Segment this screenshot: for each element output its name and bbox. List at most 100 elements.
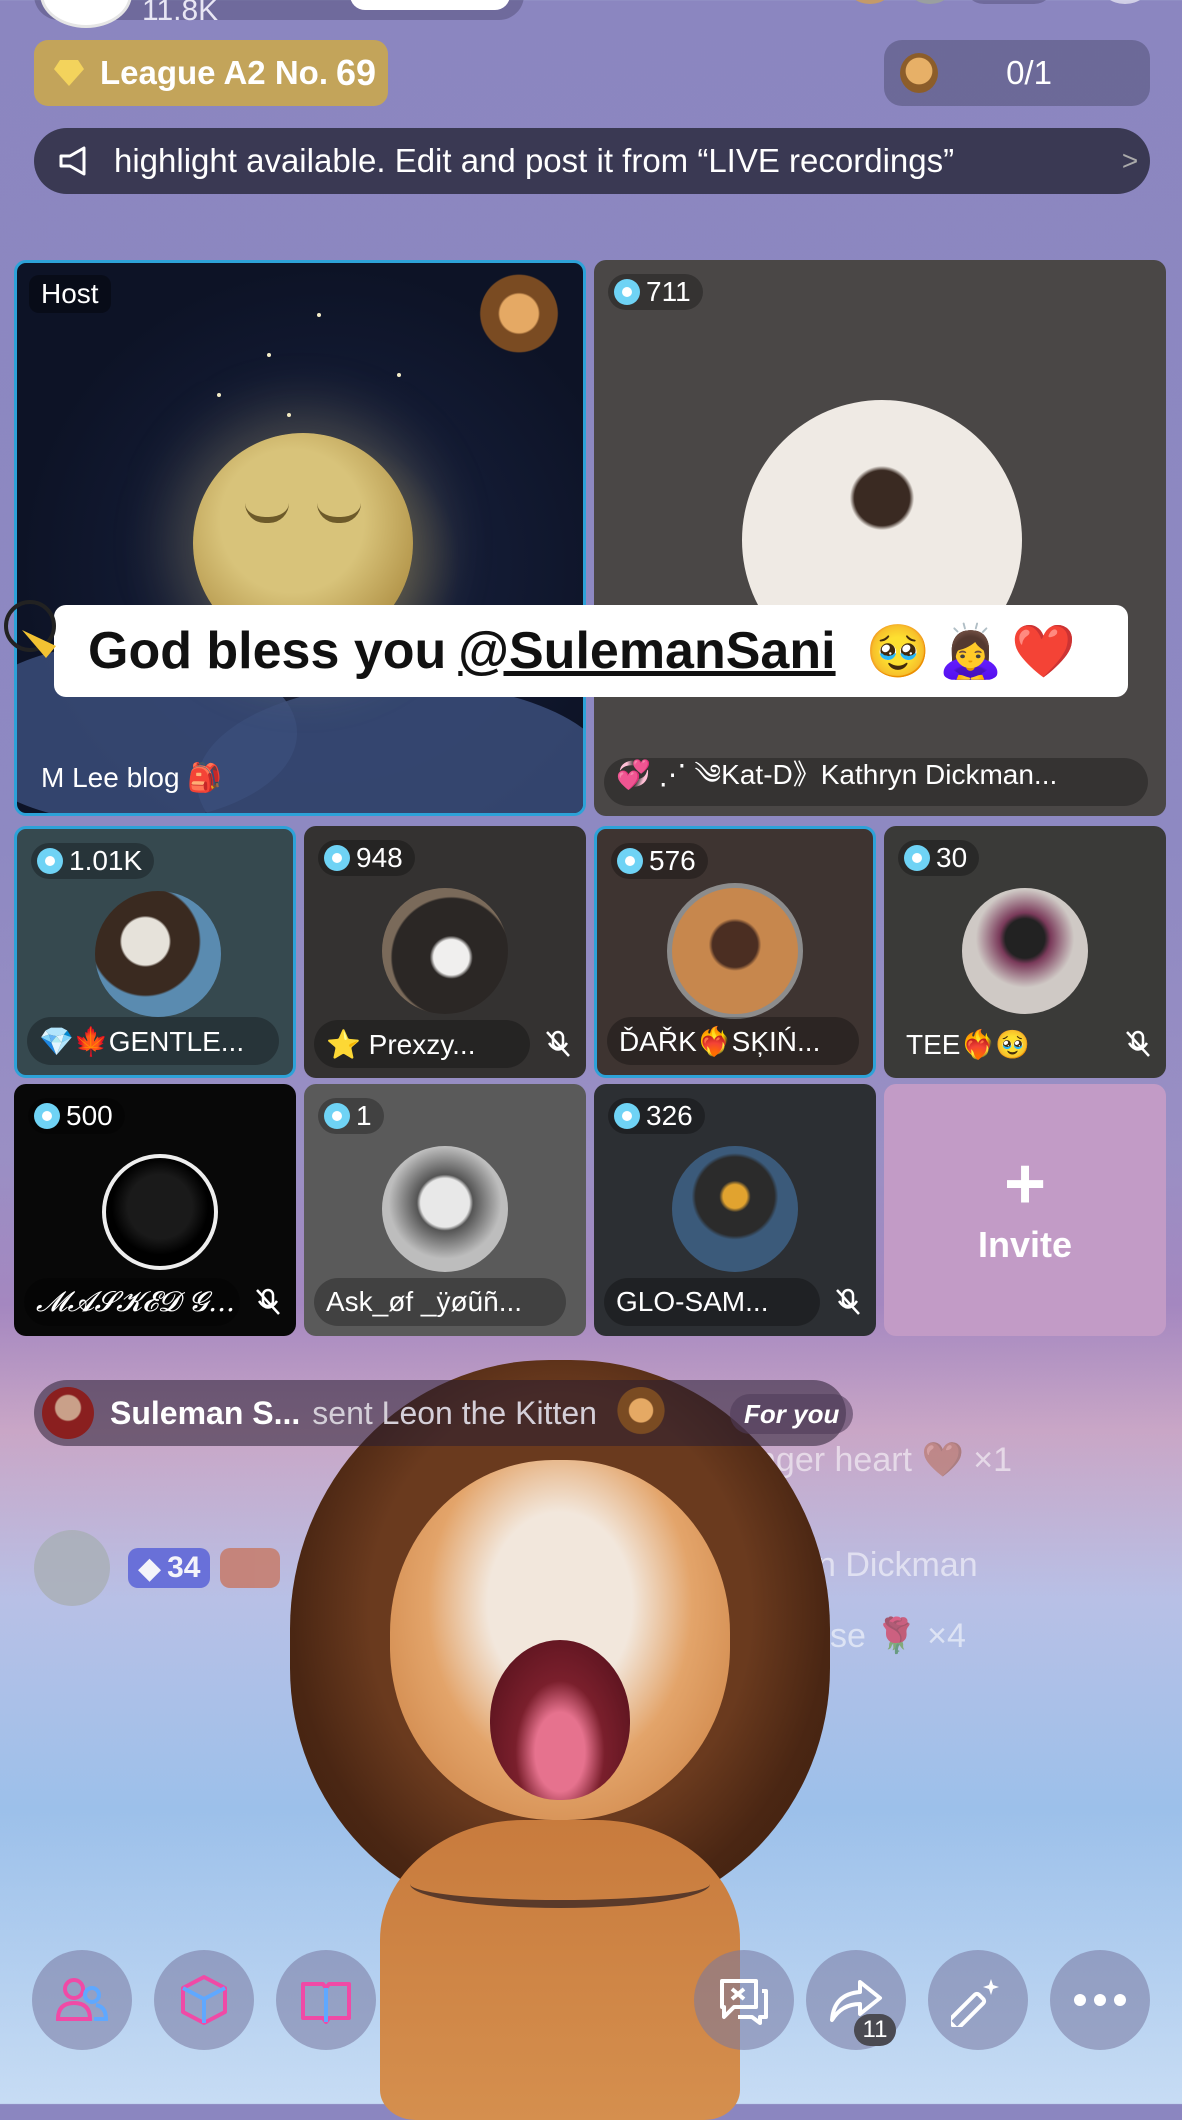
- coin-icon: [614, 279, 640, 305]
- guest-tile[interactable]: 576 ĎAŘK❤️‍🔥SĶIŃ...: [594, 826, 876, 1078]
- more-icon: [1074, 1994, 1126, 2006]
- guest-count: 1: [318, 1098, 384, 1134]
- avatar: [102, 1154, 218, 1270]
- effects-button[interactable]: [154, 1950, 254, 2050]
- top-viewer-avatar[interactable]: [846, 0, 894, 4]
- coin-icon: [34, 1103, 60, 1129]
- host-tile[interactable]: Host M Lee blog 🎒: [14, 260, 586, 816]
- guest-name: ĎAŘK❤️‍🔥SĶIŃ...: [607, 1017, 859, 1065]
- guest-count: 30: [898, 840, 980, 876]
- guest-count: 948: [318, 840, 415, 876]
- guest-count: 500: [28, 1098, 125, 1134]
- invite-plus-icon: +: [1003, 1144, 1047, 1224]
- guest-name: ⭐ Prexzy...: [314, 1020, 530, 1068]
- guest-name: Ask_øf _ÿøũñ...: [314, 1278, 566, 1326]
- team-badge: [220, 1548, 281, 1588]
- comment-emoji: 🥹: [865, 622, 931, 681]
- avatar: [382, 1146, 508, 1272]
- pinned-comment[interactable]: God bless you @SulemanSani 🥹 🙇‍♀️ ❤️: [54, 605, 1128, 697]
- avatar: [667, 883, 803, 1019]
- guest-name: 𝓜𝓐𝓢𝓚𝓔𝓓 𝓖...: [24, 1278, 240, 1326]
- star: [267, 353, 271, 357]
- guest-tile[interactable]: 326 GLO-SAM...: [594, 1084, 876, 1336]
- beauty-button[interactable]: [928, 1950, 1028, 2050]
- top-follow-button[interactable]: [350, 0, 510, 10]
- guest-name: GLO-SAM...: [604, 1278, 820, 1326]
- people-button[interactable]: [32, 1950, 132, 2050]
- comment-emoji: ❤️: [1011, 622, 1076, 681]
- gift-notification[interactable]: Suleman S... sent Leon the Kitten: [34, 1380, 846, 1446]
- guest-name: 💎🍁GENTLE...: [27, 1017, 279, 1065]
- guest-tile[interactable]: 948 ⭐ Prexzy...: [304, 826, 586, 1078]
- comment-mention[interactable]: @SulemanSani: [458, 621, 835, 681]
- avatar: [962, 888, 1088, 1014]
- host-label: Host: [29, 275, 111, 313]
- guest-tile[interactable]: 711 💞 ⋰ ༄Kat-D》Kathryn Dickman...: [594, 260, 1166, 816]
- coin-icon: [904, 845, 930, 871]
- level-badge: ◆ 34: [128, 1548, 211, 1588]
- bear-icon: [900, 53, 938, 93]
- guide-button[interactable]: [276, 1950, 376, 2050]
- host-name: M Lee blog 🎒: [41, 761, 223, 793]
- top-viewer-avatar[interactable]: [906, 0, 954, 4]
- moon-eye: [317, 503, 361, 523]
- coin-icon: [617, 848, 643, 874]
- top-avatar[interactable]: [40, 0, 132, 28]
- avatar: [42, 1387, 94, 1439]
- tag-icon: [4, 600, 56, 658]
- book-icon: [301, 1982, 351, 2024]
- guest-tile[interactable]: 500 𝓜𝓐𝓢𝓚𝓔𝓓 𝓖...: [14, 1084, 296, 1336]
- guest-count: 1.01K: [31, 843, 155, 879]
- league-label: League A2 No.: [100, 54, 328, 91]
- star: [217, 393, 221, 397]
- guest-tile[interactable]: 1 Ask_øf _ÿøũñ...: [304, 1084, 586, 1336]
- feed-row: ◆ 34: [34, 1530, 290, 1606]
- avatar: [95, 891, 221, 1017]
- star: [397, 373, 401, 377]
- avatar: [382, 888, 508, 1014]
- goal-progress: 0/1: [1006, 54, 1052, 91]
- coin-icon: [614, 1103, 640, 1129]
- more-button[interactable]: [1050, 1950, 1150, 2050]
- guest-count: 711: [608, 274, 703, 310]
- guest-count: 326: [608, 1098, 705, 1134]
- comment-emoji: 🙇‍♀️: [938, 622, 1004, 681]
- avatar: [672, 1146, 798, 1272]
- chat-icon: [720, 1979, 768, 2025]
- megaphone-icon: [58, 146, 92, 176]
- chat-button[interactable]: [694, 1950, 794, 2050]
- feed-faint: se 🌹 ×4: [830, 1617, 966, 1655]
- comment-prefix: God bless you: [88, 622, 447, 680]
- diamond-icon: [54, 60, 84, 86]
- league-number: 69: [336, 52, 377, 93]
- gift-sender: Suleman S...: [110, 1394, 301, 1431]
- coin-icon: [324, 1103, 350, 1129]
- share-button[interactable]: 11: [806, 1950, 906, 2050]
- guest-tile[interactable]: 30 TEE❤️‍🔥🥹: [884, 826, 1166, 1078]
- guest-tile[interactable]: 1.01K 💎🍁GENTLE...: [14, 826, 296, 1078]
- gift-goal[interactable]: 0/1: [884, 40, 1150, 106]
- lion-mouth: [490, 1640, 630, 1800]
- cube-icon: [181, 1975, 227, 2025]
- invite-button[interactable]: + Invite: [884, 1084, 1166, 1336]
- mic-off-icon: [256, 1288, 280, 1315]
- league-badge[interactable]: League A2 No. 69: [34, 40, 388, 106]
- top-viewer-count[interactable]: [964, 0, 1054, 4]
- top-close[interactable]: [1100, 0, 1150, 4]
- coin-icon: [324, 845, 350, 871]
- gift-icon: [614, 1387, 667, 1439]
- mic-off-icon: [546, 1030, 570, 1057]
- chevron-right-icon: >: [1121, 145, 1139, 176]
- star: [287, 413, 291, 417]
- invite-label: Invite: [977, 1224, 1073, 1265]
- guest-name: TEE❤️‍🔥🥹: [906, 1028, 1031, 1060]
- highlight-banner[interactable]: highlight available. Edit and post it fr…: [34, 128, 1150, 194]
- for-you-tag: For you: [730, 1394, 854, 1434]
- gift-text: sent Leon the Kitten: [312, 1394, 597, 1431]
- magic-wand-icon: [951, 1979, 999, 2027]
- guest-name: 💞 ⋰ ༄Kat-D》Kathryn Dickman...: [604, 758, 1148, 806]
- guest-count: 576: [611, 843, 708, 879]
- moon-eye: [245, 503, 289, 523]
- top-likes: 11.8K: [142, 0, 219, 27]
- share-count: 11: [854, 2014, 896, 2046]
